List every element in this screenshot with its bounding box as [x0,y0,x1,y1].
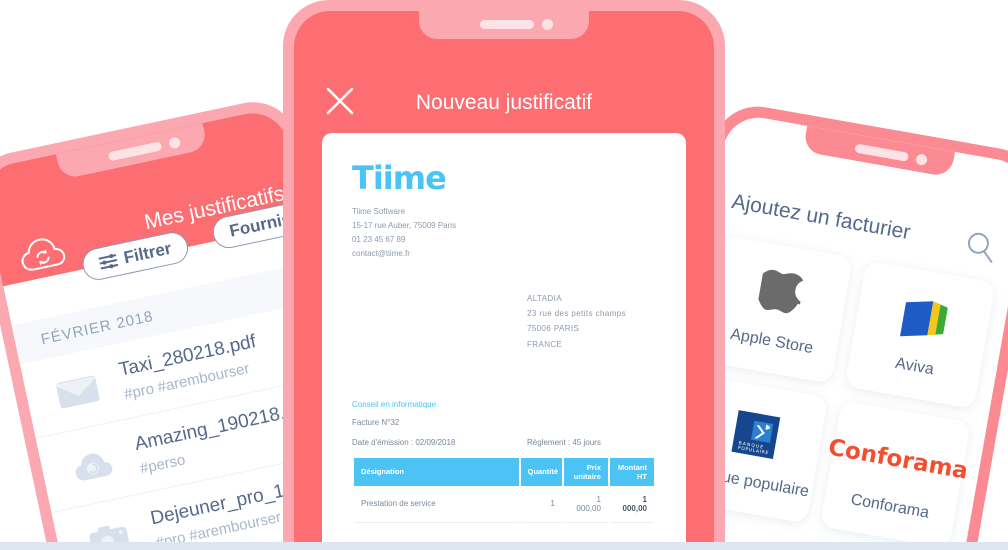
col-amount: Montant HT [609,457,654,486]
front-camera [915,153,928,167]
bottom-strip [0,542,1008,550]
invoice-subject: Conseil en informatique [352,399,437,409]
apple-logo [755,264,806,324]
invoice-payment-terms: Règlement : 45 jours [527,437,601,447]
front-camera [168,136,182,150]
aviva-logo [893,289,952,351]
cell-quantity: 1 [520,486,562,523]
issuer-block: Tiime Software 15-17 rue Auber, 75009 Pa… [352,205,656,261]
invoice-issue-date: Date d'émission : 02/09/2018 [352,437,456,447]
invoice-dates-row: Date d'émission : 02/09/2018 Règlement :… [352,438,656,447]
issuer-address: 15-17 rue Auber, 75009 Paris [352,221,457,230]
center-phone-mockup: Nouveau justificatif Tiime Tiime Softwar… [283,0,725,550]
cloud-sync-icon [69,445,117,485]
invoice-number: Facture N°32 [352,417,400,427]
speaker-grille [107,141,163,162]
right-page-title: Ajoutez un facturier [729,190,913,245]
tiime-logo: Tiime [352,159,447,197]
conforama-logo: Conforama [826,434,970,485]
col-designation: Désignation [354,457,519,486]
client-block: ALTADIA 23 rue des petits champs 75006 P… [527,291,656,352]
client-city: 75006 PARIS [527,324,580,334]
speaker-grille [854,143,910,162]
client-country: FRANCE [527,339,563,349]
search-icon[interactable] [963,229,998,264]
facturier-name: Conforama [849,491,931,522]
banque-populaire-logo: BANQUE POPULAIRE [728,404,783,465]
invoice-items-table: Désignation Quantité Prix unitaire Monta… [352,457,656,523]
col-unit-price: Prix unitaire [563,457,608,486]
facturier-name: Aviva [893,354,936,379]
cell-amount: 1 000,00 [609,486,654,523]
facturier-card-conforama[interactable]: Conforama Conforama [819,400,972,549]
client-name: ALTADIA [527,294,562,303]
center-phone-notch [419,11,589,39]
center-phone-screen: Nouveau justificatif Tiime Tiime Softwar… [294,11,714,550]
cell-designation: Prestation de service [354,486,519,523]
table-row: Prestation de service 1 1 000,00 1 000,0… [354,486,654,523]
invoice-document[interactable]: Tiime Tiime Software 15-17 rue Auber, 75… [322,133,686,550]
filter-button-label: Filtrer [121,238,174,268]
invoice-meta: Conseil en informatique Facture N°32 Dat… [352,400,656,447]
issuer-email: contact@tiime.fr [352,249,410,258]
front-camera [542,19,553,30]
page-title: Nouveau justificatif [415,91,593,114]
client-address: 23 rue des petits champs [527,309,626,319]
speaker-grille [480,20,534,29]
cell-unit-price: 1 000,00 [563,486,608,523]
mail-icon [54,371,102,411]
facturier-card-aviva[interactable]: Aviva [844,260,996,409]
facturier-name: Apple Store [729,325,815,358]
col-quantity: Quantité [520,457,562,486]
mockup-stage: Mes justificatifs Filtrer Fournisseur FÉ… [0,0,1008,550]
sliders-icon [98,253,119,270]
issuer-phone: 01 23 45 67 89 [352,235,406,244]
table-header-row: Désignation Quantité Prix unitaire Monta… [354,457,654,486]
issuer-company: Tiime Software [352,207,406,216]
